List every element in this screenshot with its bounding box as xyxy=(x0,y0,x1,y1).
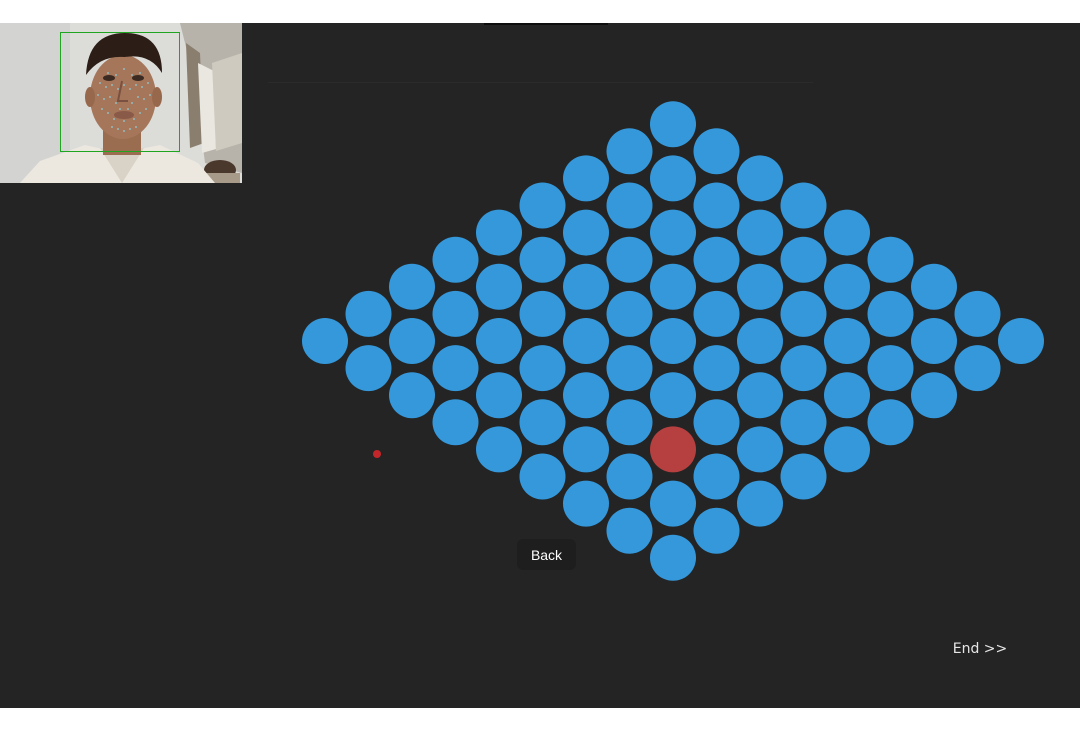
calibration-point xyxy=(693,290,740,337)
calibration-point xyxy=(693,399,740,446)
calibration-point xyxy=(606,128,653,175)
calibration-point xyxy=(780,399,827,446)
calibration-point xyxy=(389,318,435,364)
calibration-point xyxy=(780,453,827,500)
calibration-point xyxy=(954,290,1001,337)
calibration-grid xyxy=(302,101,1044,581)
calibration-point xyxy=(302,318,348,364)
calibration-point xyxy=(780,345,827,392)
calibration-point xyxy=(693,236,740,283)
calibration-point xyxy=(693,453,740,500)
calibration-point xyxy=(476,372,522,419)
calibration-point xyxy=(563,263,609,310)
calibration-point xyxy=(780,182,827,229)
calibration-point xyxy=(824,372,870,419)
calibration-point xyxy=(693,345,740,392)
calibration-point xyxy=(824,209,870,256)
calibration-point xyxy=(737,426,783,473)
calibration-point xyxy=(650,318,696,364)
calibration-point xyxy=(563,209,609,256)
calibration-point xyxy=(389,372,435,419)
calibration-point xyxy=(476,426,522,473)
calibration-point xyxy=(693,182,740,229)
calibration-point xyxy=(650,263,696,310)
calibration-point xyxy=(780,290,827,337)
calibration-point xyxy=(911,263,957,310)
calibration-point xyxy=(389,263,435,310)
calibration-point xyxy=(476,263,522,310)
calibration-point xyxy=(824,426,870,473)
calibration-point xyxy=(824,318,870,364)
calibration-point xyxy=(345,290,392,337)
calibration-point xyxy=(780,236,827,283)
calibration-point xyxy=(737,155,783,202)
calibration-point xyxy=(606,399,653,446)
calibration-point xyxy=(693,507,740,554)
calibration-point xyxy=(650,209,696,256)
back-button[interactable]: Back xyxy=(517,539,576,570)
calibration-point xyxy=(737,318,783,364)
calibration-point xyxy=(650,534,696,581)
calibration-point xyxy=(867,399,914,446)
calibration-point xyxy=(606,236,653,283)
calibration-point xyxy=(954,345,1001,392)
calibration-point xyxy=(519,236,566,283)
calibration-point xyxy=(737,263,783,310)
calibration-point xyxy=(737,209,783,256)
calibration-point xyxy=(650,155,696,202)
calibration-point xyxy=(606,345,653,392)
calibration-point xyxy=(519,290,566,337)
calibration-point xyxy=(432,399,479,446)
calibration-point xyxy=(563,426,609,473)
calibration-point-active xyxy=(650,426,696,473)
calibration-point xyxy=(563,155,609,202)
calibration-point xyxy=(519,345,566,392)
calibration-point xyxy=(563,480,609,527)
calibration-point xyxy=(824,263,870,310)
calibration-point xyxy=(737,372,783,419)
calibration-point xyxy=(867,290,914,337)
calibration-point xyxy=(563,318,609,364)
calibration-point xyxy=(345,345,392,392)
calibration-point xyxy=(476,209,522,256)
calibration-point xyxy=(432,236,479,283)
calibration-point xyxy=(693,128,740,175)
calibration-point xyxy=(867,345,914,392)
calibration-point xyxy=(606,290,653,337)
calibration-point xyxy=(650,480,696,527)
calibration-point xyxy=(563,372,609,419)
end-link[interactable]: End >> xyxy=(940,641,1020,657)
calibration-point xyxy=(519,453,566,500)
calibration-point xyxy=(606,507,653,554)
calibration-point xyxy=(476,318,522,364)
calibration-point xyxy=(519,399,566,446)
calibration-point xyxy=(606,182,653,229)
calibration-screen: Back End >> xyxy=(0,23,1080,708)
calibration-point xyxy=(650,101,696,148)
calibration-point xyxy=(998,318,1044,364)
calibration-point xyxy=(737,480,783,527)
calibration-point xyxy=(432,345,479,392)
calibration-point xyxy=(519,182,566,229)
calibration-point xyxy=(911,318,957,364)
calibration-point xyxy=(650,372,696,419)
calibration-point xyxy=(911,372,957,419)
gaze-marker xyxy=(373,450,381,458)
calibration-point xyxy=(606,453,653,500)
calibration-point xyxy=(432,290,479,337)
calibration-point xyxy=(867,236,914,283)
